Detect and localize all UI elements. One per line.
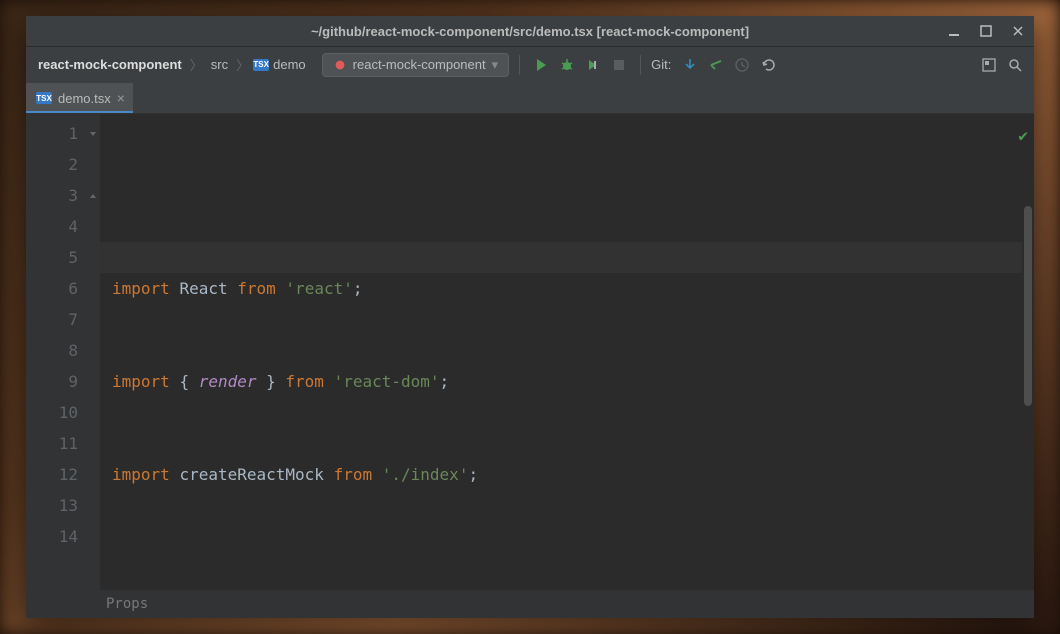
breadcrumb-statusbar[interactable]: Props <box>26 590 1034 618</box>
minimize-button[interactable] <box>944 21 964 41</box>
close-tab-icon[interactable]: × <box>117 90 125 106</box>
line-number: 3 <box>26 180 78 211</box>
current-line-highlight <box>100 242 1022 273</box>
line-number: 10 <box>26 397 78 428</box>
code-area[interactable]: ✔ import React from 'react'; import { re… <box>100 114 1034 590</box>
line-number: 14 <box>26 521 78 552</box>
git-label: Git: <box>651 57 671 72</box>
git-history-button[interactable] <box>731 54 753 76</box>
run-config-label: react-mock-component <box>353 57 486 72</box>
code-line: import React from 'react'; <box>112 273 1034 304</box>
line-number: 12 <box>26 459 78 490</box>
code-line: import { render } from 'react-dom'; <box>112 366 1034 397</box>
separator <box>519 55 520 75</box>
breadcrumb-folder[interactable]: src <box>207 55 232 74</box>
stop-button[interactable] <box>608 54 630 76</box>
scrollbar[interactable] <box>1024 144 1032 590</box>
breadcrumb-project[interactable]: react-mock-component <box>34 55 186 74</box>
tsx-file-icon: TSX <box>253 59 269 71</box>
breadcrumb-file-label: demo <box>273 57 306 72</box>
git-revert-button[interactable] <box>757 54 779 76</box>
debug-button[interactable] <box>556 54 578 76</box>
toolbar: react-mock-component 〉 src 〉 TSX demo re… <box>26 46 1034 82</box>
titlebar: ~/github/react-mock-component/src/demo.t… <box>26 16 1034 46</box>
chevron-right-icon: 〉 <box>236 55 249 74</box>
close-button[interactable] <box>1008 21 1028 41</box>
chevron-down-icon: ▾ <box>492 57 499 73</box>
run-coverage-button[interactable] <box>582 54 604 76</box>
line-number: 1 <box>26 118 78 149</box>
scrollbar-thumb[interactable] <box>1024 206 1032 406</box>
code-line <box>112 552 1034 583</box>
status-crumb-item[interactable]: Props <box>106 596 148 612</box>
tsx-file-icon: TSX <box>36 92 52 104</box>
debug-config-icon <box>333 58 347 72</box>
git-commit-button[interactable] <box>705 54 727 76</box>
fold-column <box>86 114 100 590</box>
separator <box>640 55 641 75</box>
line-number: 5 <box>26 242 78 273</box>
window-title: ~/github/react-mock-component/src/demo.t… <box>311 24 749 39</box>
line-number: 6 <box>26 273 78 304</box>
line-number: 4 <box>26 211 78 242</box>
chevron-right-icon: 〉 <box>190 55 203 74</box>
code-line: import createReactMock from './index'; <box>112 459 1034 490</box>
fold-handle[interactable] <box>86 118 100 149</box>
line-number: 8 <box>26 335 78 366</box>
maximize-button[interactable] <box>976 21 996 41</box>
structure-button[interactable] <box>978 54 1000 76</box>
editor-tabs: TSX demo.tsx × <box>26 82 1034 114</box>
run-button[interactable] <box>530 54 552 76</box>
line-number: 2 <box>26 149 78 180</box>
line-number: 9 <box>26 366 78 397</box>
breadcrumb-file[interactable]: TSX demo <box>253 57 306 72</box>
git-pull-button[interactable] <box>679 54 701 76</box>
line-number-gutter: 1 2 3 4 5 6 7 8 9 10 11 12 13 14 <box>26 114 86 590</box>
line-number: 13 <box>26 490 78 521</box>
ide-window: ~/github/react-mock-component/src/demo.t… <box>26 16 1034 618</box>
search-button[interactable] <box>1004 54 1026 76</box>
code-editor[interactable]: 1 2 3 4 5 6 7 8 9 10 11 12 13 14 <box>26 114 1034 590</box>
breadcrumb: react-mock-component 〉 src 〉 TSX demo <box>34 55 306 74</box>
line-number: 7 <box>26 304 78 335</box>
fold-handle[interactable] <box>86 180 100 211</box>
tab-demo-tsx[interactable]: TSX demo.tsx × <box>26 83 133 113</box>
tab-label: demo.tsx <box>58 91 111 106</box>
line-number: 11 <box>26 428 78 459</box>
run-config-dropdown[interactable]: react-mock-component ▾ <box>322 53 509 77</box>
